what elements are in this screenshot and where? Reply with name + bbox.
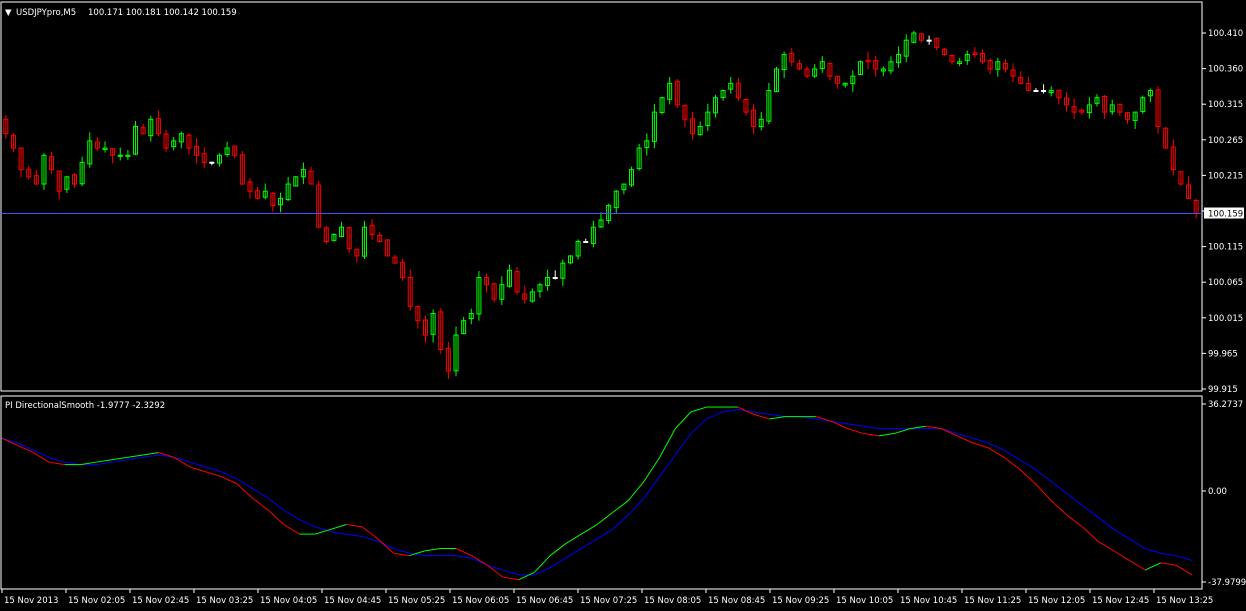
- indicator-label: PI DirectionalSmooth -1.9777 -2.3292: [5, 401, 165, 411]
- current-price-label: 100.159: [1208, 210, 1243, 220]
- time-axis-label: 15 Nov 11:25: [964, 596, 1021, 606]
- time-axis-label: 15 Nov 05:25: [388, 596, 445, 606]
- price-axis-label: 100.115: [1208, 243, 1243, 253]
- price-axis-label: 99.915: [1208, 385, 1238, 395]
- price-axis-label: 100.410: [1208, 29, 1243, 39]
- price-axis-label: 100.315: [1208, 100, 1243, 110]
- indicator-axis-label: -37.9799: [1208, 578, 1246, 588]
- time-axis-label: 15 Nov 04:05: [260, 596, 317, 606]
- candle-body: [1033, 90, 1039, 93]
- time-axis-label: 15 Nov 02:05: [68, 596, 125, 606]
- time-axis-label: 15 Nov 09:25: [772, 596, 829, 606]
- time-axis-label: 15 Nov 04:45: [324, 596, 381, 606]
- time-axis-label: 15 Nov 08:45: [708, 596, 765, 606]
- time-axis-label: 15 Nov 06:05: [452, 596, 509, 606]
- symbol-label: USDJPYpro,M5: [16, 8, 76, 18]
- price-axis-label: 100.360: [1208, 65, 1243, 75]
- candle-body: [1041, 90, 1047, 93]
- time-axis-label: 15 Nov 03:25: [196, 596, 253, 606]
- time-axis-label: 15 Nov 02:45: [132, 596, 189, 606]
- time-axis-label: 15 Nov 10:45: [900, 596, 957, 606]
- indicator-axis-label: 36.2737: [1208, 400, 1243, 410]
- time-axis-label: 15 Nov 08:05: [644, 596, 701, 606]
- indicator-axis-label: 0.00: [1208, 487, 1227, 497]
- time-axis-label: 15 Nov 2013: [4, 596, 58, 606]
- ohlc-label: 100.171 100.181 100.142 100.159: [88, 8, 237, 18]
- price-axis-label: 100.265: [1208, 136, 1243, 146]
- candle-body: [552, 277, 558, 280]
- price-axis-label: 99.965: [1208, 349, 1238, 359]
- candle-body: [209, 161, 215, 164]
- time-axis-label: 15 Nov 13:25: [1156, 596, 1213, 606]
- price-axis-label: 100.015: [1208, 314, 1243, 324]
- time-axis-label: 15 Nov 12:05: [1028, 596, 1085, 606]
- candle-body: [926, 39, 932, 42]
- price-axis-label: 100.065: [1208, 278, 1243, 288]
- price-axis-label: 100.215: [1208, 171, 1243, 181]
- time-axis-label: 15 Nov 07:25: [580, 596, 637, 606]
- candle-body: [583, 241, 589, 244]
- time-axis-label: 15 Nov 10:05: [836, 596, 893, 606]
- time-axis-label: 15 Nov 06:45: [516, 596, 573, 606]
- time-axis-label: 15 Nov 12:45: [1092, 596, 1149, 606]
- panel-collapse-icon[interactable]: ▼: [5, 8, 12, 18]
- chart-canvas: ▼ USDJPYpro,M5 100.171 100.181 100.142 1…: [0, 0, 1246, 611]
